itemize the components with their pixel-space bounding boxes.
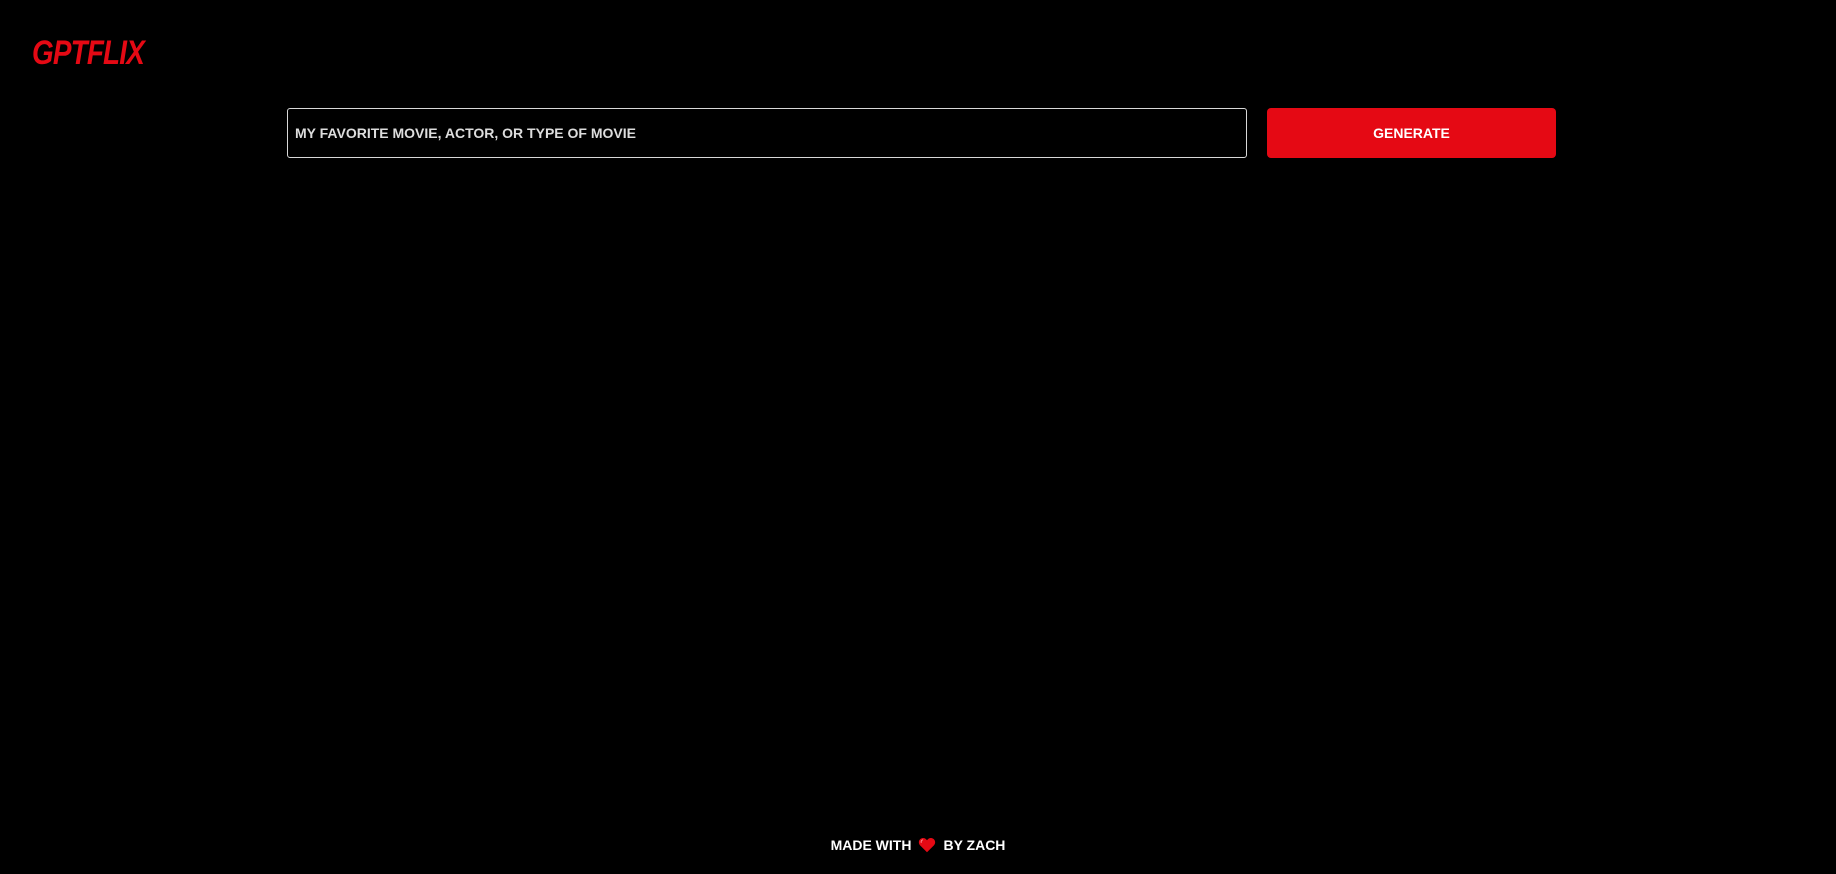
- heart-icon: [918, 837, 936, 853]
- app-logo[interactable]: GPTFLIX: [32, 36, 145, 70]
- footer: MADE WITH BY ZACH: [0, 836, 1836, 854]
- generate-button[interactable]: GENERATE: [1267, 108, 1556, 158]
- footer-by: BY ZACH: [943, 837, 1006, 853]
- search-input[interactable]: [287, 108, 1247, 158]
- footer-made-with: MADE WITH: [830, 837, 912, 853]
